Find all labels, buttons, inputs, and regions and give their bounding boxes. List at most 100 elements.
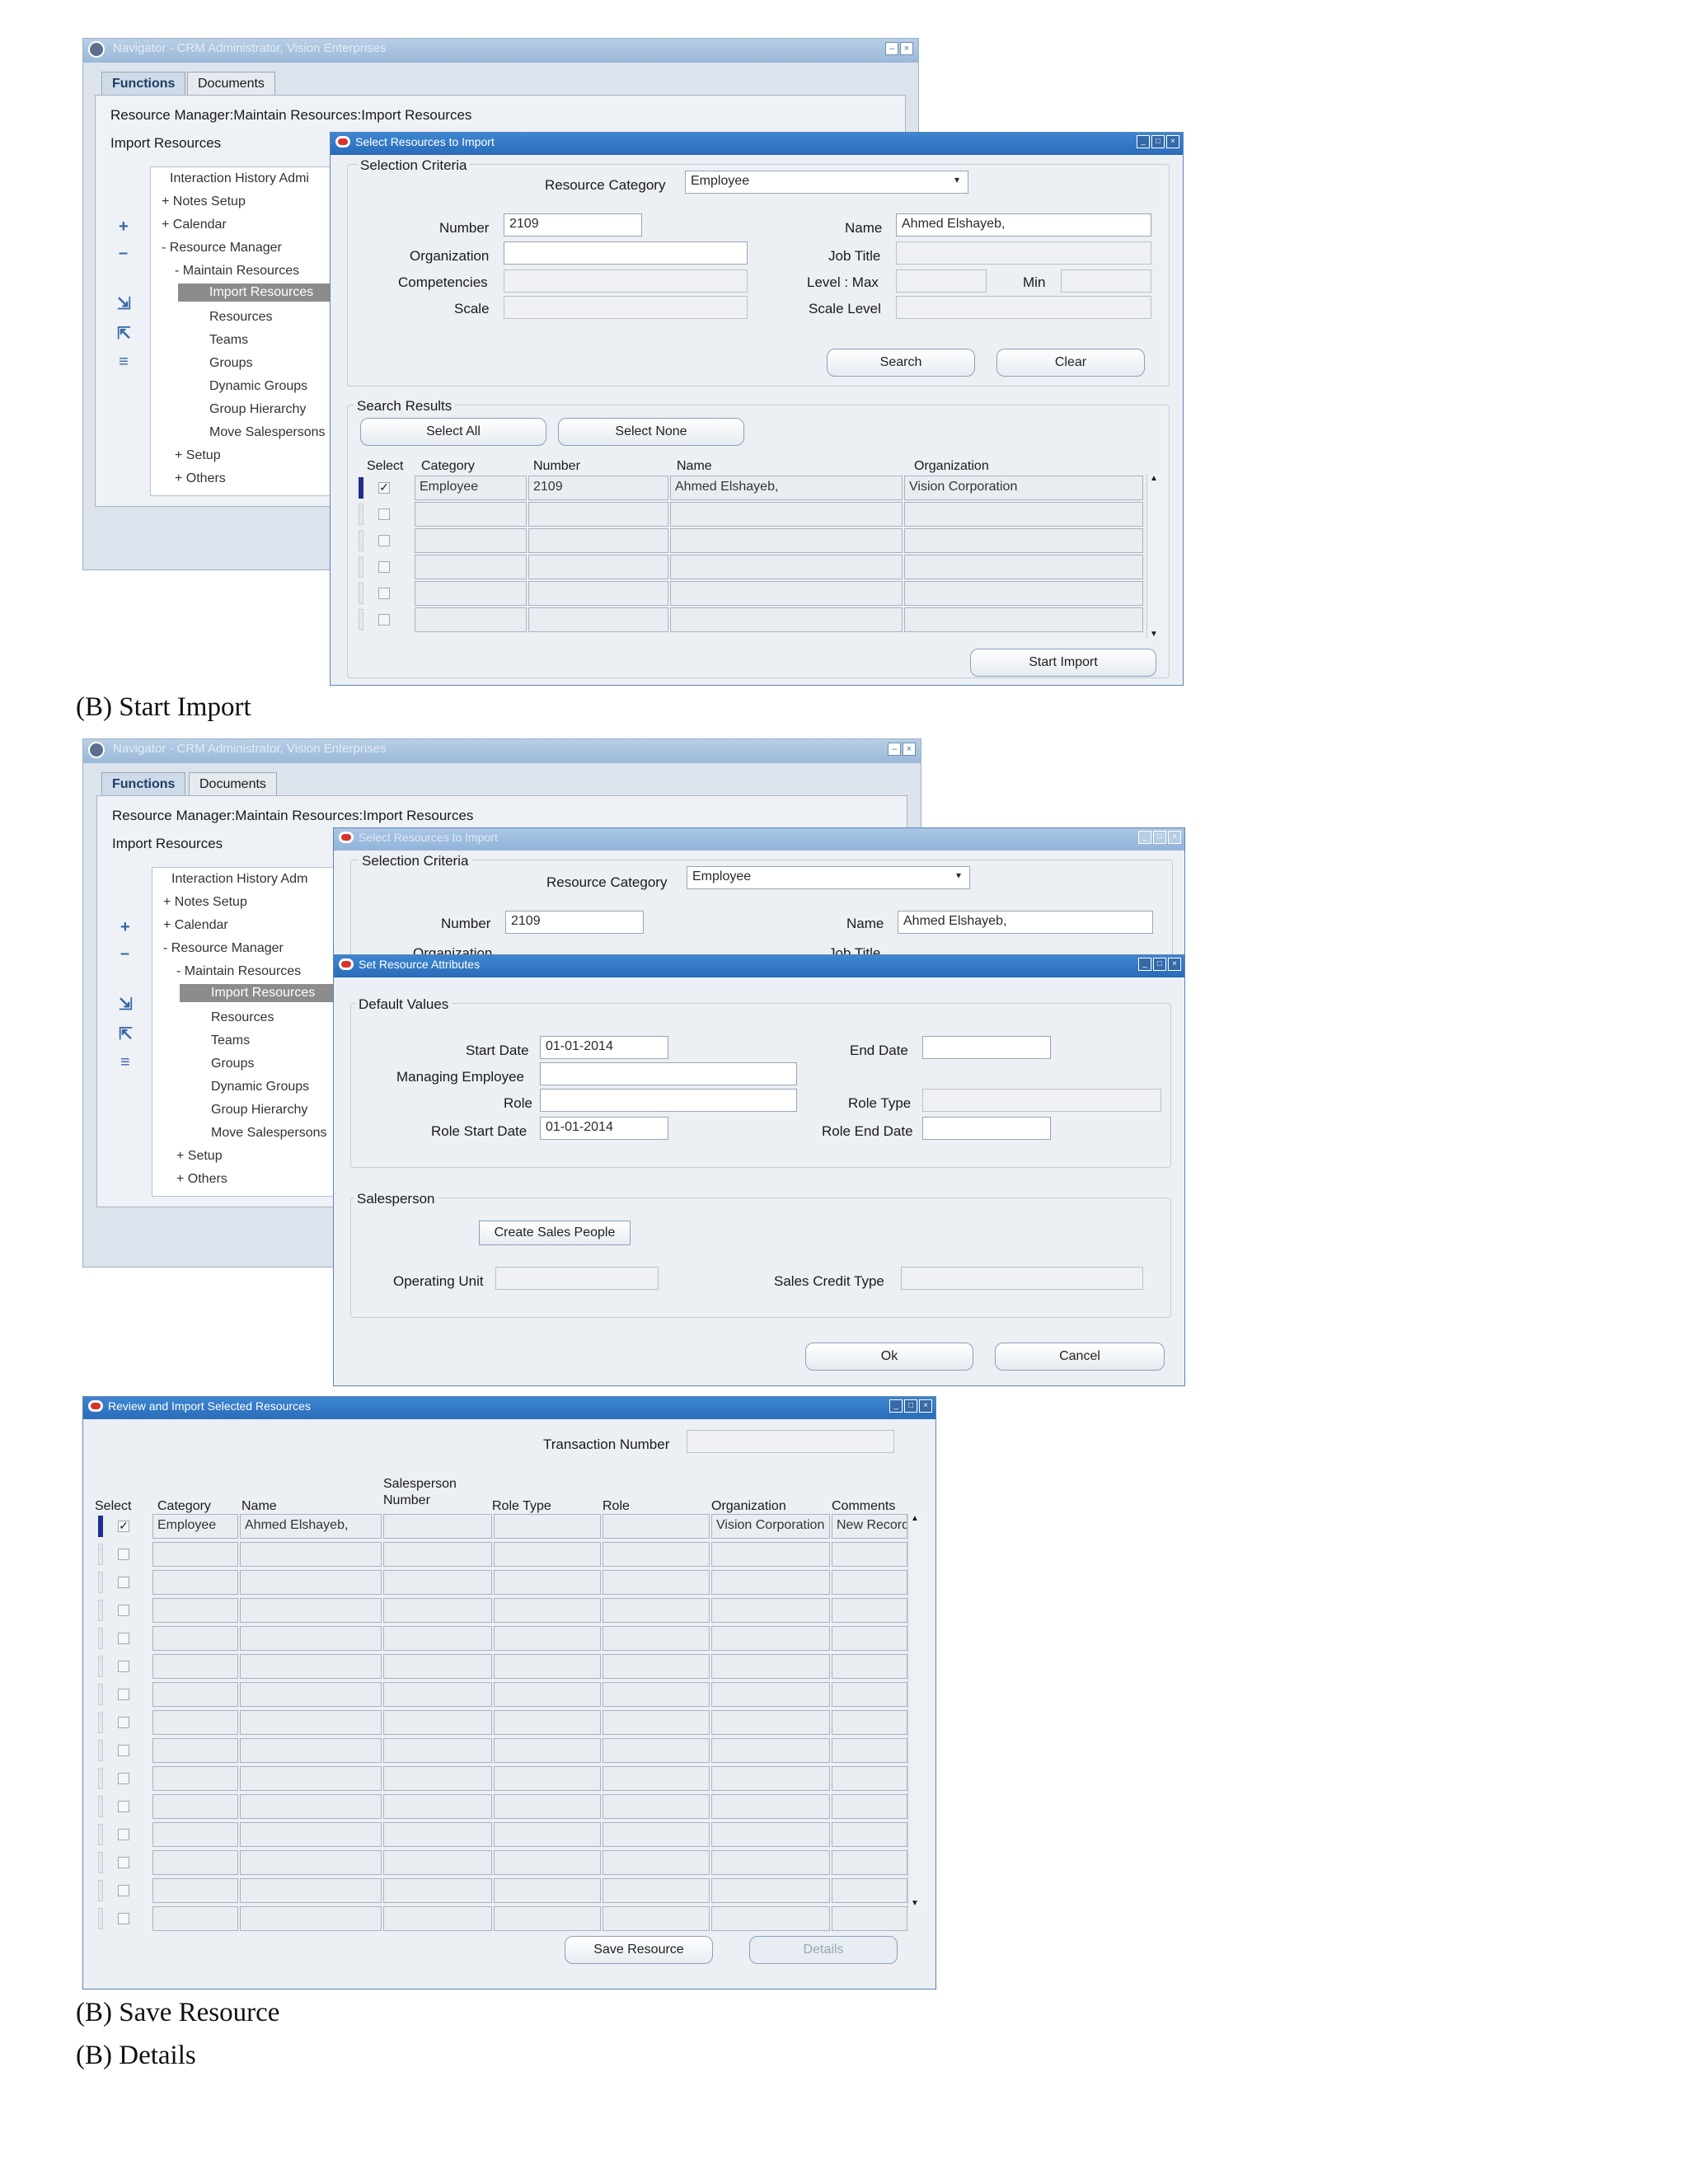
select-checkbox[interactable] bbox=[118, 1745, 129, 1756]
select-checkbox[interactable] bbox=[118, 1689, 129, 1700]
table-cell[interactable] bbox=[383, 1654, 492, 1679]
table-cell[interactable] bbox=[240, 1682, 382, 1707]
table-cell[interactable] bbox=[383, 1682, 492, 1707]
tree-item-resources[interactable]: Resources bbox=[211, 1010, 274, 1025]
table-cell[interactable] bbox=[152, 1906, 238, 1931]
number-field[interactable]: 2109 bbox=[505, 911, 644, 934]
table-cell[interactable] bbox=[240, 1850, 382, 1875]
table-cell[interactable] bbox=[711, 1626, 830, 1651]
tree-item-resources[interactable]: Resources bbox=[209, 310, 272, 325]
table-cell[interactable] bbox=[383, 1514, 492, 1539]
table-cell[interactable] bbox=[711, 1766, 830, 1791]
table-cell[interactable] bbox=[603, 1766, 710, 1791]
table-cell[interactable] bbox=[383, 1850, 492, 1875]
table-cell[interactable] bbox=[603, 1626, 710, 1651]
select-checkbox[interactable] bbox=[118, 1633, 129, 1644]
table-cell[interactable] bbox=[603, 1570, 710, 1595]
minimize-icon[interactable]: – bbox=[888, 743, 901, 756]
table-cell[interactable] bbox=[832, 1710, 907, 1735]
table-cell[interactable] bbox=[494, 1738, 601, 1763]
table-cell[interactable] bbox=[528, 528, 668, 553]
table-cell[interactable] bbox=[494, 1682, 601, 1707]
cancel-button[interactable]: Cancel bbox=[995, 1343, 1165, 1371]
table-cell[interactable] bbox=[240, 1822, 382, 1847]
table-cell[interactable] bbox=[494, 1878, 601, 1903]
table-cell[interactable] bbox=[832, 1906, 907, 1931]
tree-item-move-salespersons[interactable]: Move Salespersons bbox=[211, 1126, 327, 1141]
collapse-all-icon[interactable]: ≡ bbox=[119, 353, 129, 372]
table-cell[interactable] bbox=[711, 1850, 830, 1875]
tree-item-setup[interactable]: + Setup bbox=[175, 448, 221, 463]
tree-item-groups[interactable]: Groups bbox=[209, 356, 252, 371]
table-cell[interactable] bbox=[383, 1822, 492, 1847]
table-cell[interactable] bbox=[528, 502, 668, 527]
close-icon[interactable]: × bbox=[900, 42, 913, 55]
table-cell[interactable] bbox=[383, 1710, 492, 1735]
transaction-number-field[interactable] bbox=[687, 1430, 894, 1453]
table-cell[interactable] bbox=[670, 528, 903, 553]
table-cell[interactable] bbox=[603, 1850, 710, 1875]
close-icon[interactable]: × bbox=[903, 743, 916, 756]
table-cell[interactable]: 2109 bbox=[528, 476, 668, 500]
table-cell[interactable] bbox=[832, 1598, 907, 1623]
review-scrollbar[interactable]: ▲ ▼ bbox=[907, 1514, 922, 1908]
minimize-icon[interactable]: _ bbox=[1138, 831, 1151, 844]
table-cell[interactable] bbox=[832, 1850, 907, 1875]
table-cell[interactable] bbox=[152, 1654, 238, 1679]
table-cell[interactable] bbox=[415, 555, 527, 579]
scroll-down-icon[interactable]: ▼ bbox=[911, 1899, 919, 1908]
tree-item-others[interactable]: + Others bbox=[176, 1172, 227, 1187]
tree-item-dynamic-groups[interactable]: Dynamic Groups bbox=[211, 1080, 309, 1094]
table-cell[interactable] bbox=[494, 1514, 601, 1539]
role-type-field[interactable] bbox=[922, 1089, 1161, 1112]
select-checkbox[interactable] bbox=[378, 535, 390, 546]
table-cell[interactable] bbox=[240, 1710, 382, 1735]
level-max-field[interactable] bbox=[896, 269, 987, 293]
table-cell[interactable] bbox=[603, 1822, 710, 1847]
tab-documents[interactable]: Documents bbox=[189, 772, 277, 795]
select-checkbox[interactable] bbox=[118, 1717, 129, 1728]
details-button[interactable]: Details bbox=[749, 1936, 898, 1964]
table-cell[interactable]: Ahmed Elshayeb, bbox=[670, 476, 903, 500]
table-cell[interactable] bbox=[152, 1822, 238, 1847]
table-cell[interactable] bbox=[494, 1850, 601, 1875]
select-checkbox[interactable] bbox=[118, 1857, 129, 1868]
table-cell[interactable] bbox=[603, 1878, 710, 1903]
table-cell[interactable] bbox=[603, 1682, 710, 1707]
table-cell[interactable] bbox=[494, 1710, 601, 1735]
table-cell[interactable] bbox=[670, 607, 903, 632]
table-cell[interactable] bbox=[711, 1598, 830, 1623]
tree-item-resource-manager[interactable]: - Resource Manager bbox=[162, 241, 282, 255]
scroll-down-icon[interactable]: ▼ bbox=[1150, 630, 1158, 639]
table-cell[interactable] bbox=[832, 1822, 907, 1847]
expand-branch-icon[interactable]: ⇱ bbox=[117, 323, 131, 344]
maximize-icon[interactable]: □ bbox=[1153, 958, 1166, 971]
minimize-icon[interactable]: _ bbox=[889, 1399, 903, 1413]
select-checkbox[interactable] bbox=[378, 509, 390, 520]
tree-item-interaction-history[interactable]: Interaction History Adm bbox=[171, 872, 307, 887]
managing-employee-field[interactable] bbox=[540, 1062, 797, 1085]
minimize-icon[interactable]: _ bbox=[1137, 135, 1150, 148]
table-cell[interactable] bbox=[152, 1570, 238, 1595]
resource-category-select[interactable]: Employee ▾ bbox=[687, 866, 970, 889]
table-cell[interactable] bbox=[832, 1626, 907, 1651]
table-cell[interactable]: Employee bbox=[152, 1514, 238, 1539]
search-button[interactable]: Search bbox=[827, 349, 975, 377]
tree-item-resource-manager[interactable]: - Resource Manager bbox=[163, 941, 284, 956]
minimize-icon[interactable]: _ bbox=[1138, 958, 1151, 971]
select-checkbox[interactable]: ✓ bbox=[378, 481, 390, 494]
table-cell[interactable] bbox=[528, 607, 668, 632]
table-cell[interactable] bbox=[494, 1598, 601, 1623]
tree-item-notes-setup[interactable]: + Notes Setup bbox=[163, 895, 247, 910]
table-cell[interactable] bbox=[383, 1626, 492, 1651]
minimize-icon[interactable]: – bbox=[885, 42, 898, 55]
table-cell[interactable] bbox=[383, 1542, 492, 1567]
maximize-icon[interactable]: □ bbox=[1151, 135, 1165, 148]
table-cell[interactable] bbox=[494, 1626, 601, 1651]
table-cell[interactable] bbox=[832, 1766, 907, 1791]
table-cell[interactable]: Employee bbox=[415, 476, 527, 500]
tab-functions[interactable]: Functions bbox=[101, 772, 186, 795]
maximize-icon[interactable]: □ bbox=[1153, 831, 1166, 844]
table-cell[interactable] bbox=[603, 1710, 710, 1735]
select-all-button[interactable]: Select All bbox=[360, 418, 546, 446]
